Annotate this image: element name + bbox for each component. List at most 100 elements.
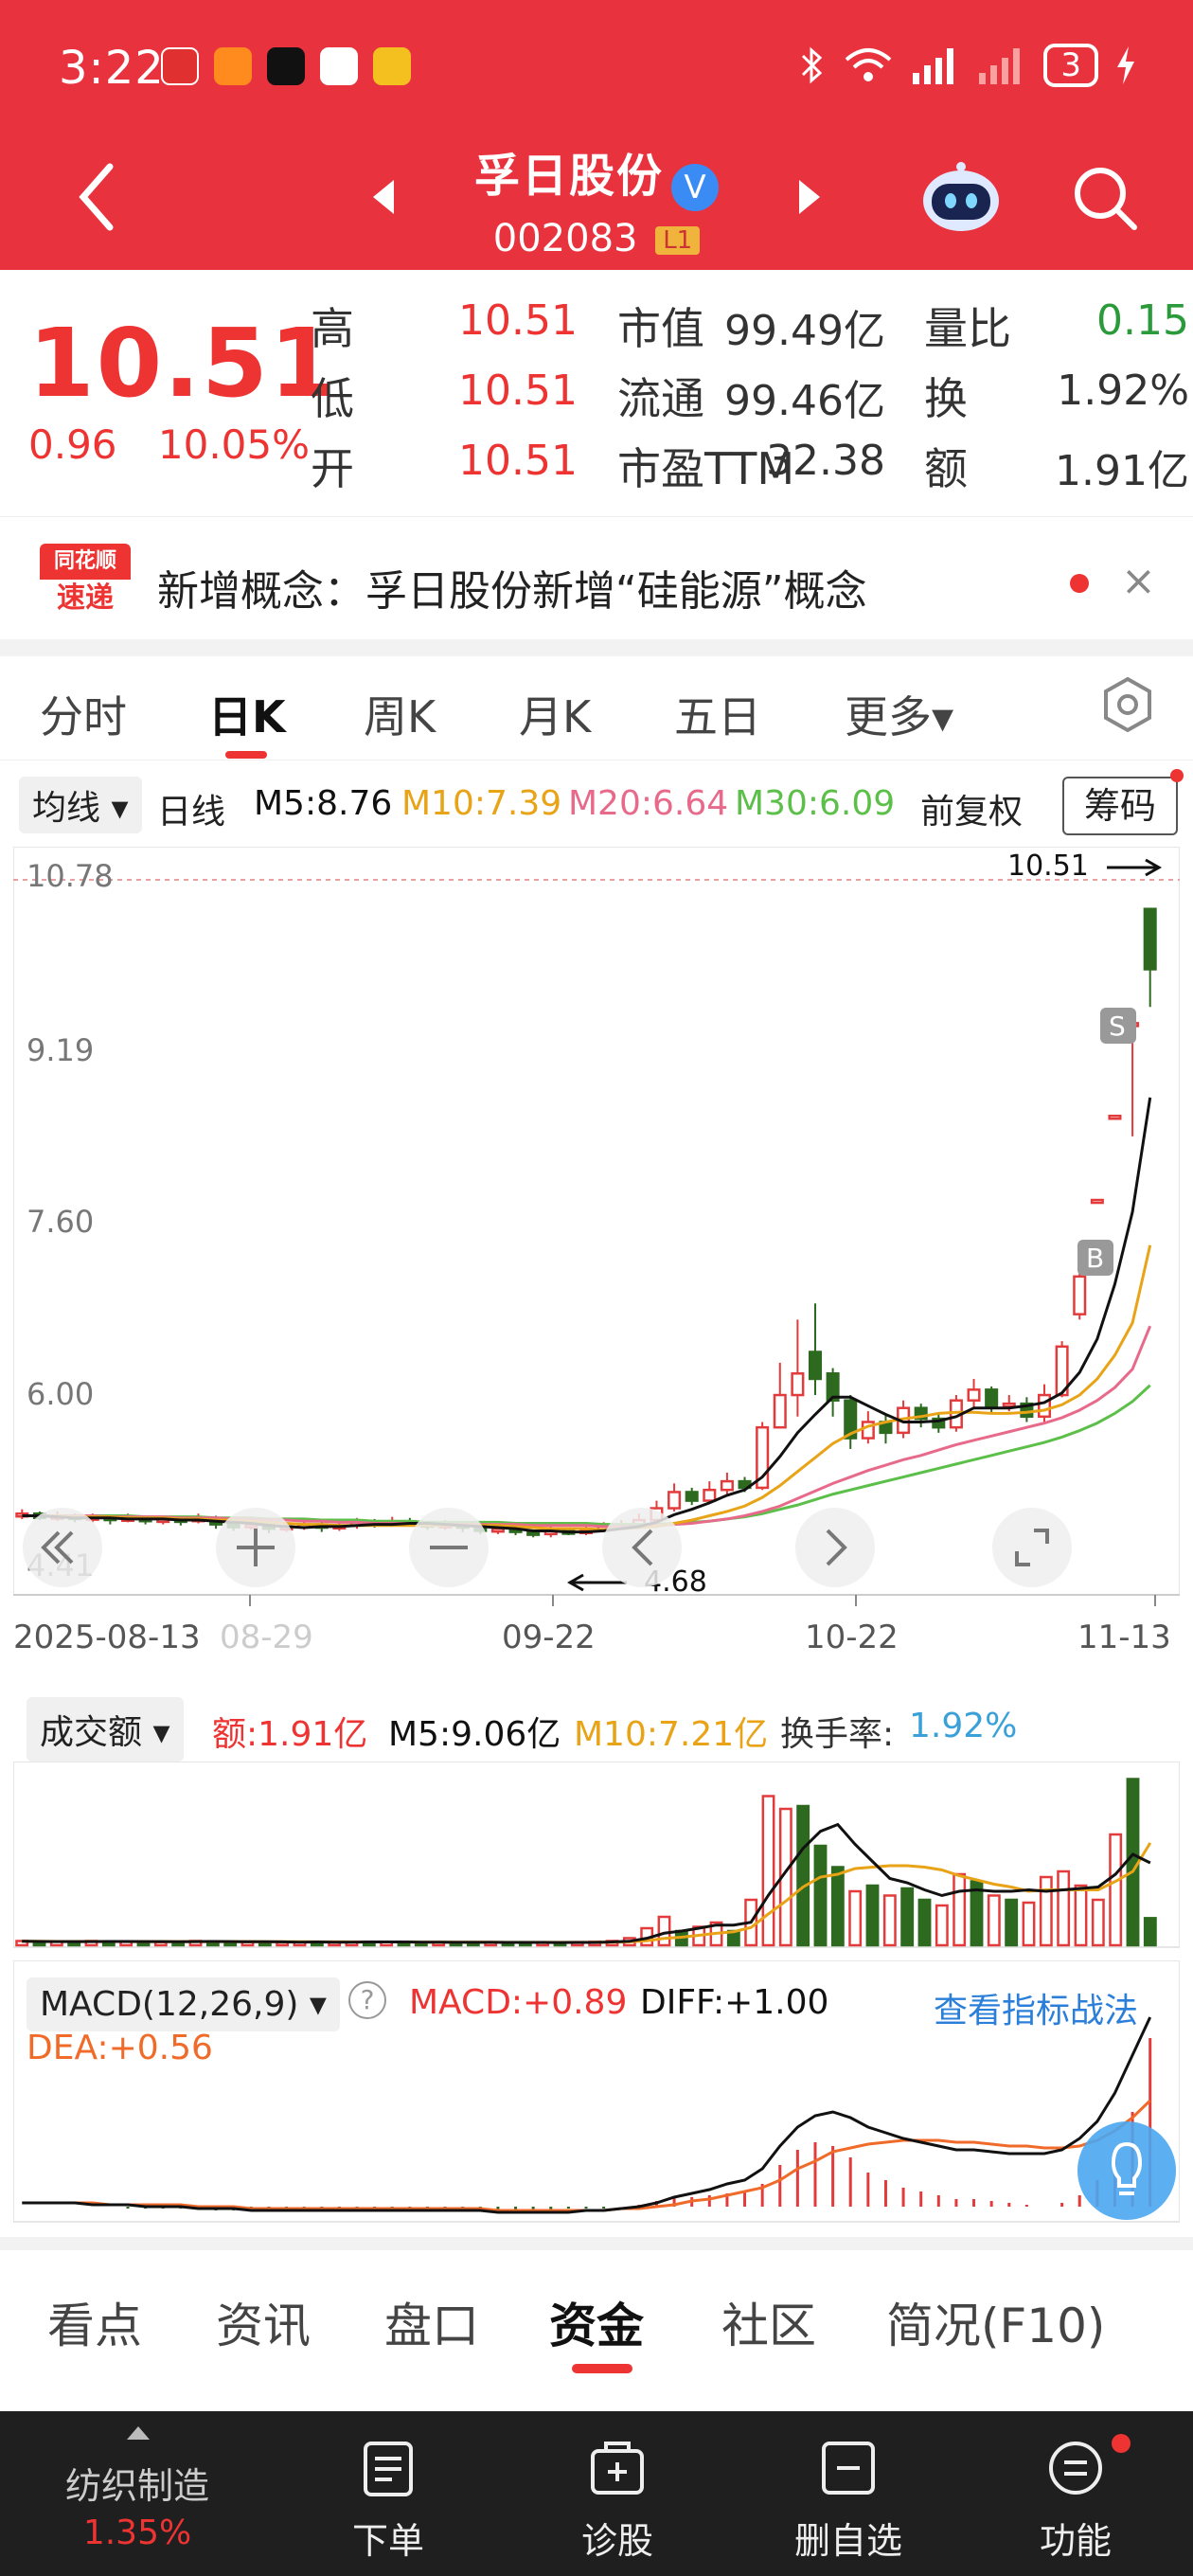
news-text[interactable]: 新增概念：孚日股份新增“硅能源”概念 — [157, 557, 867, 617]
high-price-marker: 10.51 — [1007, 850, 1089, 883]
fullscreen-button[interactable] — [992, 1508, 1072, 1587]
market-cap-value: 99.49亿 — [724, 307, 885, 355]
dea-line — [22, 2099, 1151, 2212]
tab-profile[interactable]: 简况(F10) — [886, 2288, 1105, 2356]
sector-name: 纺织制造 — [64, 2465, 209, 2507]
tiktok-app-icon — [267, 47, 305, 85]
amount-value: 1.91亿 — [1055, 447, 1189, 495]
app-header: 3:22 3 孚日股份 V 002083 L1 — [0, 0, 1193, 270]
tab-orderbook[interactable]: 盘口 — [384, 2288, 479, 2356]
settings-icon[interactable] — [1098, 675, 1157, 734]
volume-amount: 额:1.91亿 — [212, 1715, 368, 1754]
caret-up-icon — [127, 2426, 150, 2440]
candle-body — [1143, 907, 1157, 971]
tab-timeshare[interactable]: 分时 — [40, 683, 127, 745]
volume-bar — [1143, 1917, 1157, 1947]
candle-body — [703, 1488, 717, 1502]
next-button[interactable] — [795, 1508, 875, 1587]
active-tab-indicator — [225, 751, 267, 759]
assistant-robot-icon[interactable] — [918, 159, 1004, 235]
function-button[interactable]: 功能 — [962, 2411, 1189, 2576]
candle-body — [773, 1393, 787, 1429]
signal-icon-2 — [979, 48, 1021, 84]
ma-selector[interactable]: 均线 ▾ — [19, 777, 142, 833]
chips-dot — [1170, 769, 1184, 782]
video-app-icon — [320, 47, 358, 85]
lightbulb-button[interactable] — [1077, 2121, 1176, 2220]
remove-watchlist-button[interactable]: 删自选 — [735, 2411, 962, 2576]
ma5-value: M5:8.76 — [254, 784, 393, 823]
stock-title[interactable]: 孚日股份 V 002083 L1 — [0, 138, 1193, 260]
volume-m10: M10:7.21亿 — [574, 1715, 769, 1754]
low-label: 低 — [311, 373, 354, 424]
kline-chart[interactable]: 10.78 9.19 7.60 6.00 4.41 10.51 4.68 B S… — [13, 847, 1180, 1671]
candle-body — [985, 1388, 999, 1407]
tab-funds[interactable]: 资金 — [549, 2288, 644, 2356]
open-value: 10.51 — [458, 437, 578, 485]
remove-icon — [822, 2442, 875, 2495]
last-price: 10.51 — [28, 308, 338, 419]
volume-bar — [917, 1898, 932, 1947]
tab-community[interactable]: 社区 — [721, 2288, 816, 2356]
ma10-value: M10:7.39 — [401, 784, 562, 823]
tab-news[interactable]: 资讯 — [216, 2288, 311, 2356]
candle-body — [967, 1388, 981, 1402]
order-button[interactable]: 下单 — [275, 2411, 502, 2576]
candle-body — [668, 1491, 682, 1510]
volume-bar — [813, 1844, 828, 1947]
volume-ratio-label: 量比 — [924, 303, 1011, 354]
news-ticker[interactable]: 同花顺 速递 新增概念：孚日股份新增“硅能源”概念 × — [0, 516, 1193, 639]
scroll-left-button[interactable] — [23, 1508, 102, 1587]
volume-bar — [1039, 1875, 1053, 1947]
tab-weekly-k[interactable]: 周K — [364, 683, 436, 745]
macd-histogram — [126, 2038, 1152, 2210]
low-value: 10.51 — [458, 367, 578, 415]
turnover-rate-label: 换手率: — [780, 1715, 895, 1754]
tab-daily-k[interactable]: 日K — [208, 683, 286, 745]
stock-name: 孚日股份 — [473, 150, 664, 203]
volume-selector[interactable]: 成交额 ▾ — [27, 1697, 184, 1762]
candle-body — [808, 1351, 823, 1381]
prev-button[interactable] — [602, 1508, 682, 1587]
sector-change: 1.35% — [82, 2513, 192, 2552]
tab-monthly-k[interactable]: 月K — [519, 683, 591, 745]
sector-button[interactable]: 纺织制造 1.35% — [19, 2411, 256, 2576]
signal-icon — [913, 48, 954, 84]
tab-more[interactable]: 更多▾ — [845, 683, 953, 745]
chips-button[interactable]: 筹码 — [1062, 777, 1178, 835]
x-tick-label: 2025-08-13 — [13, 1619, 201, 1656]
volume-chart[interactable] — [13, 1762, 1180, 1951]
volume-bar — [935, 1904, 949, 1947]
volume-bar — [1109, 1833, 1123, 1947]
ma20-value: M20:6.64 — [568, 784, 729, 823]
function-label: 功能 — [1039, 2520, 1112, 2562]
volume-bar — [1126, 1778, 1140, 1947]
ma-legend-row: 均线 ▾ 日线 M5:8.76 M10:7.39 M20:6.64 M30:6.… — [0, 767, 1193, 843]
svg-text:S: S — [1109, 1011, 1126, 1042]
news-close-button[interactable]: × — [1121, 557, 1156, 605]
price-change-row: 0.96 10.05% — [28, 421, 338, 468]
status-indicators: 3 — [799, 44, 1136, 87]
kline-frame — [13, 847, 1180, 1596]
car-app-icon — [373, 47, 411, 85]
stock-code: 002083 — [492, 216, 638, 260]
y-tick: 7.60 — [27, 1204, 94, 1240]
active-content-tab-indicator — [572, 2364, 632, 2373]
macd-lines — [22, 2016, 1152, 2214]
level-badge: L1 — [655, 225, 701, 255]
bluetooth-icon — [802, 46, 823, 84]
volume-bar — [900, 1887, 915, 1947]
x-tick-label: 11-13 — [1077, 1619, 1171, 1656]
diagnose-button[interactable]: 诊股 — [504, 2411, 731, 2576]
search-icon[interactable] — [1070, 163, 1140, 233]
candle-body — [1037, 1393, 1052, 1419]
adjust-mode[interactable]: 前复权 — [920, 784, 1023, 833]
tab-highlights[interactable]: 看点 — [47, 2288, 142, 2356]
diagnose-icon — [591, 2442, 644, 2495]
battery-indicator: 3 — [1043, 44, 1098, 87]
macd-chart[interactable] — [13, 1960, 1180, 2226]
status-bar: 3:22 3 — [0, 0, 1193, 133]
tab-five-day[interactable]: 五日 — [674, 683, 761, 745]
charging-icon — [1117, 46, 1134, 84]
volume-bar — [1074, 1884, 1088, 1947]
